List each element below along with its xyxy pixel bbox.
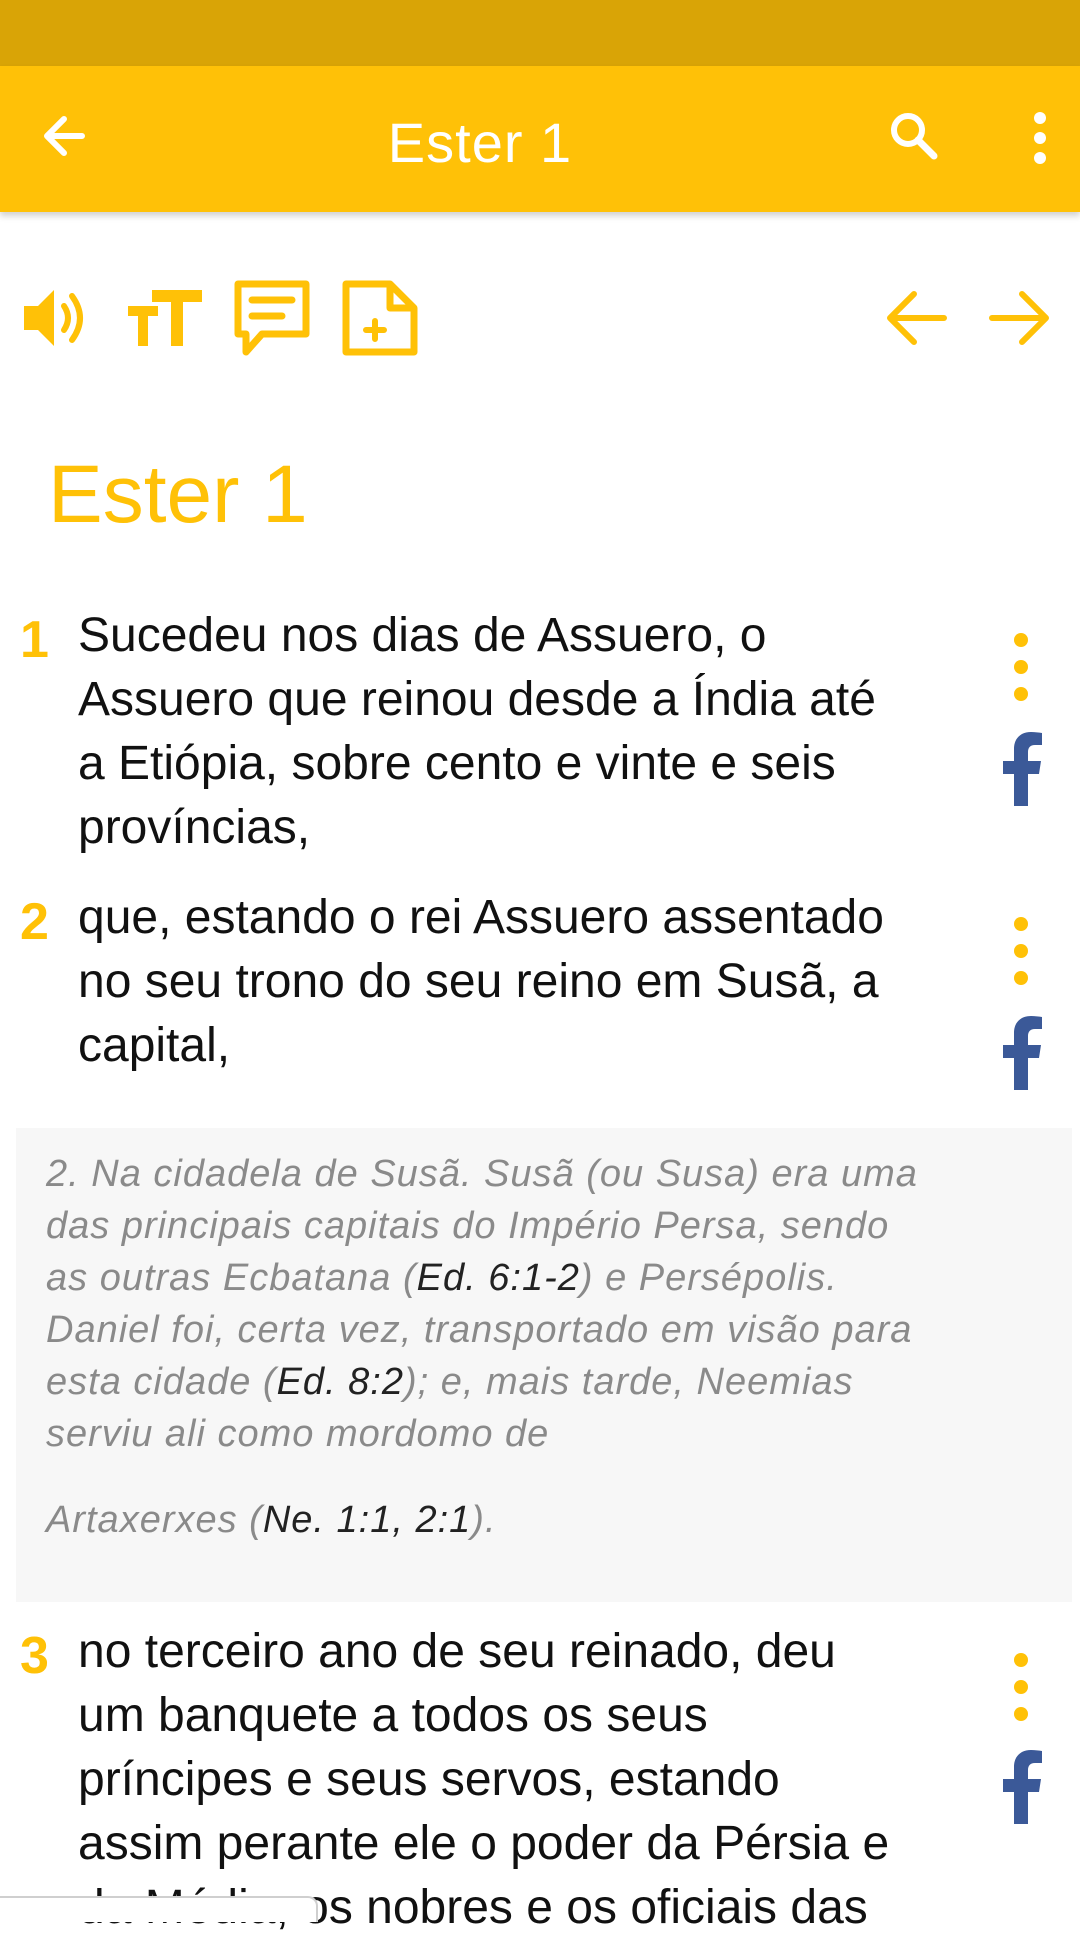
- verse-line: um banquete a todos os seus: [78, 1689, 708, 1742]
- note-line: Artaxerxes (Ne. 1:1, 2:1).: [46, 1499, 497, 1541]
- study-note: 2. Na cidadela de Susã. Susã (ou Susa) e…: [16, 1128, 1072, 1602]
- chapter-toolbar: [0, 276, 1080, 366]
- previous-chapter-icon[interactable]: [880, 276, 950, 360]
- note-line: esta cidade (Ed. 8:2); e, mais tarde, Ne…: [46, 1361, 854, 1403]
- verse-line: províncias,: [78, 801, 311, 854]
- facebook-icon[interactable]: [1000, 1750, 1044, 1824]
- comment-icon[interactable]: [232, 276, 312, 360]
- note-line: 2. Na cidadela de Susã. Susã (ou Susa) e…: [46, 1153, 918, 1195]
- verse-number: 2: [20, 893, 49, 951]
- verse-menu-icon[interactable]: [1006, 1652, 1036, 1722]
- verse-line: que, estando o rei Assuero assentado: [78, 891, 884, 944]
- app-bar: Ester 1: [0, 66, 1080, 212]
- verse-line: no terceiro ano de seu reinado, deu: [78, 1625, 836, 1678]
- verse-line: príncipes e seus servos, estando: [78, 1753, 780, 1806]
- note-line: das principais capitais do Império Persa…: [46, 1205, 890, 1247]
- chapter-heading: Ester 1: [48, 449, 308, 540]
- facebook-icon[interactable]: [1000, 1016, 1044, 1090]
- facebook-icon[interactable]: [1000, 732, 1044, 806]
- verse-line: assim perante ele o poder da Pérsia e: [78, 1817, 890, 1870]
- verse-text: que, estando o rei Assuero assentado no …: [78, 886, 978, 1078]
- status-bar: [0, 0, 1080, 66]
- note-reference-link[interactable]: Ne. 1:1, 2:1: [263, 1499, 471, 1541]
- note-line: serviu ali como mordomo de: [46, 1413, 550, 1455]
- add-note-icon[interactable]: [340, 276, 420, 360]
- verse-line: capital,: [78, 1019, 231, 1072]
- verse-number: 1: [20, 611, 49, 669]
- verse-line: no seu trono do seu reino em Susã, a: [78, 955, 879, 1008]
- note-line: Daniel foi, certa vez, transportado em v…: [46, 1309, 913, 1351]
- verse-text: no terceiro ano de seu reinado, deu um b…: [78, 1620, 978, 1940]
- verse-line: a Etiópia, sobre cento e vinte e seis: [78, 737, 836, 790]
- note-reference-link[interactable]: Ed. 6:1-2: [417, 1257, 580, 1299]
- verse-text: Sucedeu nos dias de Assuero, o Assuero q…: [78, 604, 978, 860]
- text-size-icon[interactable]: [126, 276, 206, 360]
- next-chapter-icon[interactable]: [986, 276, 1056, 360]
- overflow-menu-icon[interactable]: [1010, 108, 1070, 168]
- speaker-icon[interactable]: [20, 276, 92, 360]
- note-reference-link[interactable]: Ed. 8:2: [277, 1361, 404, 1403]
- verse-line: Sucedeu nos dias de Assuero, o: [78, 609, 767, 662]
- note-line: as outras Ecbatana (Ed. 6:1-2) e Persépo…: [46, 1257, 838, 1299]
- bottom-overlay-tab: [0, 1896, 318, 1922]
- verse-menu-icon[interactable]: [1006, 632, 1036, 702]
- verse-number: 3: [20, 1627, 49, 1685]
- verse-menu-icon[interactable]: [1006, 916, 1036, 986]
- search-icon[interactable]: [884, 106, 944, 166]
- verse-line: Assuero que reinou desde a Índia até: [78, 673, 876, 726]
